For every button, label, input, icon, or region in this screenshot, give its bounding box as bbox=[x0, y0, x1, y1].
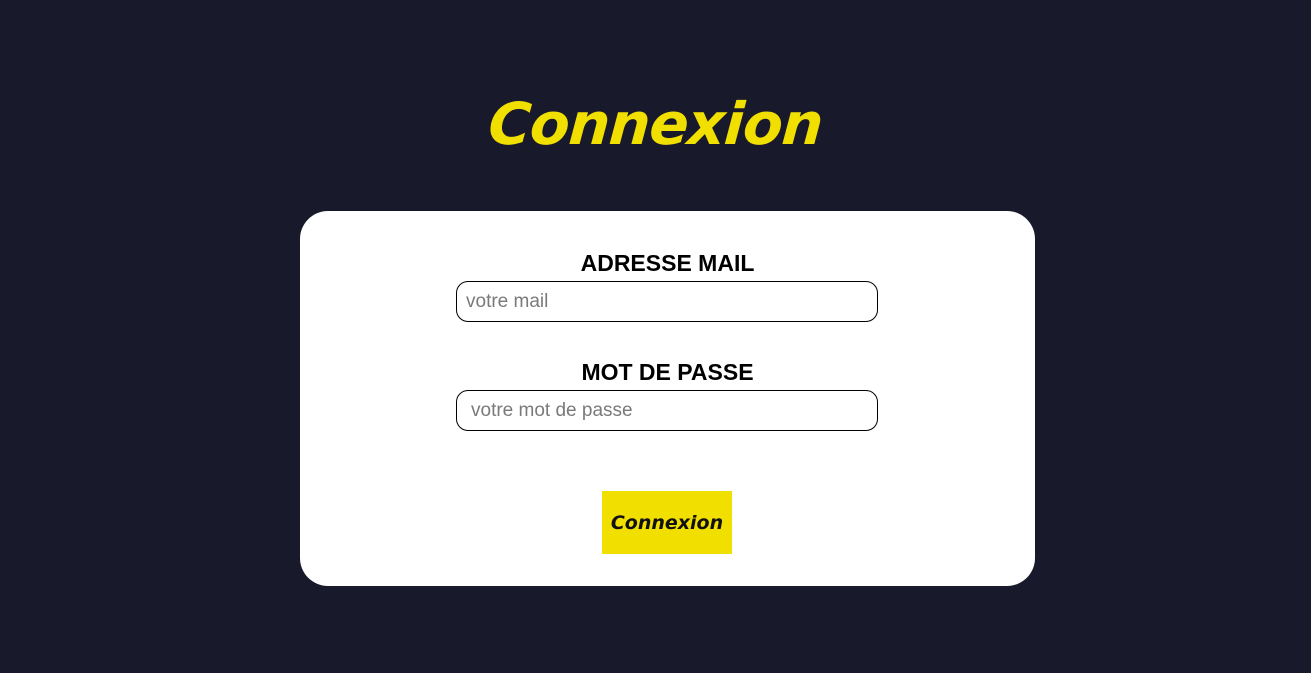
email-field[interactable] bbox=[456, 281, 878, 322]
password-label: MOT DE PASSE bbox=[581, 359, 754, 385]
login-form-card: ADRESSE MAIL MOT DE PASSE Connexion bbox=[300, 211, 1035, 586]
email-label: ADRESSE MAIL bbox=[580, 250, 755, 276]
login-page: Connexion ADRESSE MAIL MOT DE PASSE Conn… bbox=[0, 0, 1311, 673]
password-field[interactable] bbox=[456, 390, 878, 431]
page-title: Connexion bbox=[486, 90, 825, 158]
login-button[interactable]: Connexion bbox=[602, 491, 732, 554]
